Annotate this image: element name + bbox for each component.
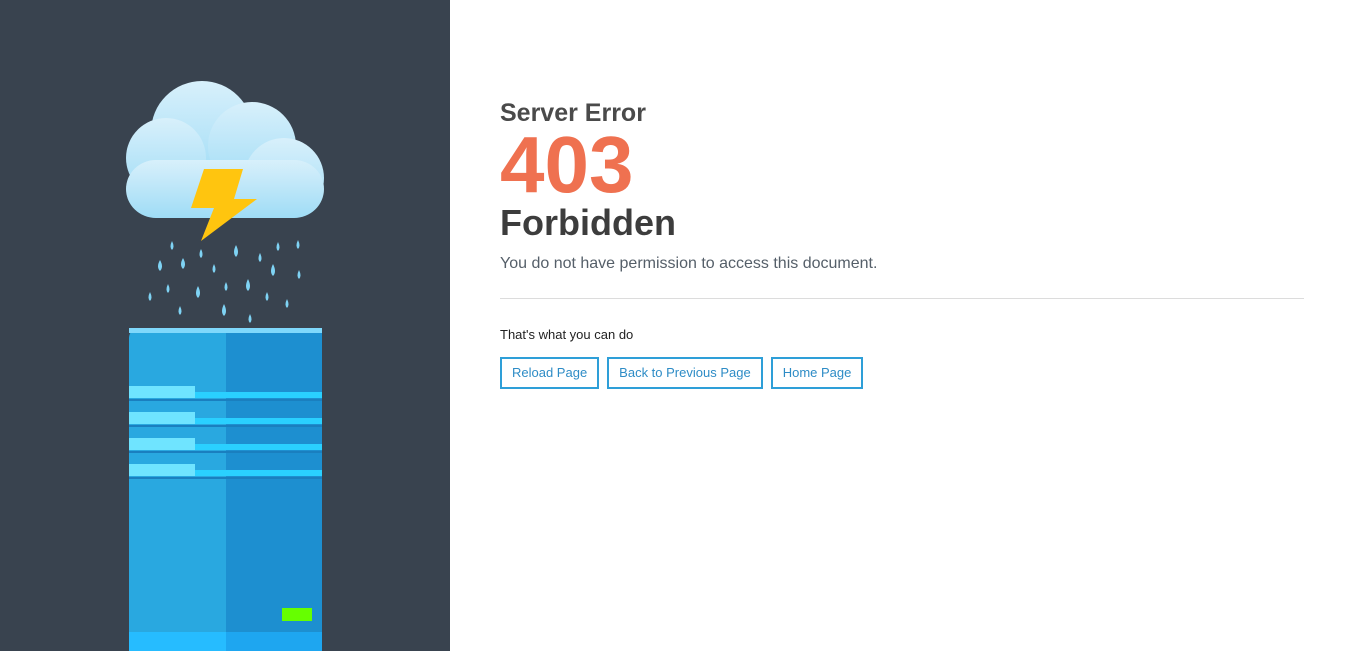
error-title: Forbidden: [500, 202, 676, 243]
server-illustration: [126, 81, 324, 651]
error-description: You do not have permission to access thi…: [500, 255, 878, 272]
divider: [500, 298, 1304, 299]
home-page-button[interactable]: Home Page: [770, 357, 864, 389]
reload-page-button[interactable]: Reload Page: [500, 357, 600, 389]
error-code: 403: [500, 120, 634, 209]
actions-group: Reload Page Back to Previous Page Home P…: [500, 357, 1304, 389]
raindrop-icon: [148, 240, 301, 323]
server-icon: [129, 328, 322, 651]
error-content: Server Error 403 Forbidden You do not ha…: [500, 98, 1304, 389]
actions-heading: That's what you can do: [500, 327, 634, 342]
illustration-panel: [0, 0, 450, 651]
back-button[interactable]: Back to Previous Page: [607, 357, 763, 389]
status-led-icon: [282, 608, 312, 621]
error-page: Server Error 403 Forbidden You do not ha…: [0, 0, 1366, 651]
